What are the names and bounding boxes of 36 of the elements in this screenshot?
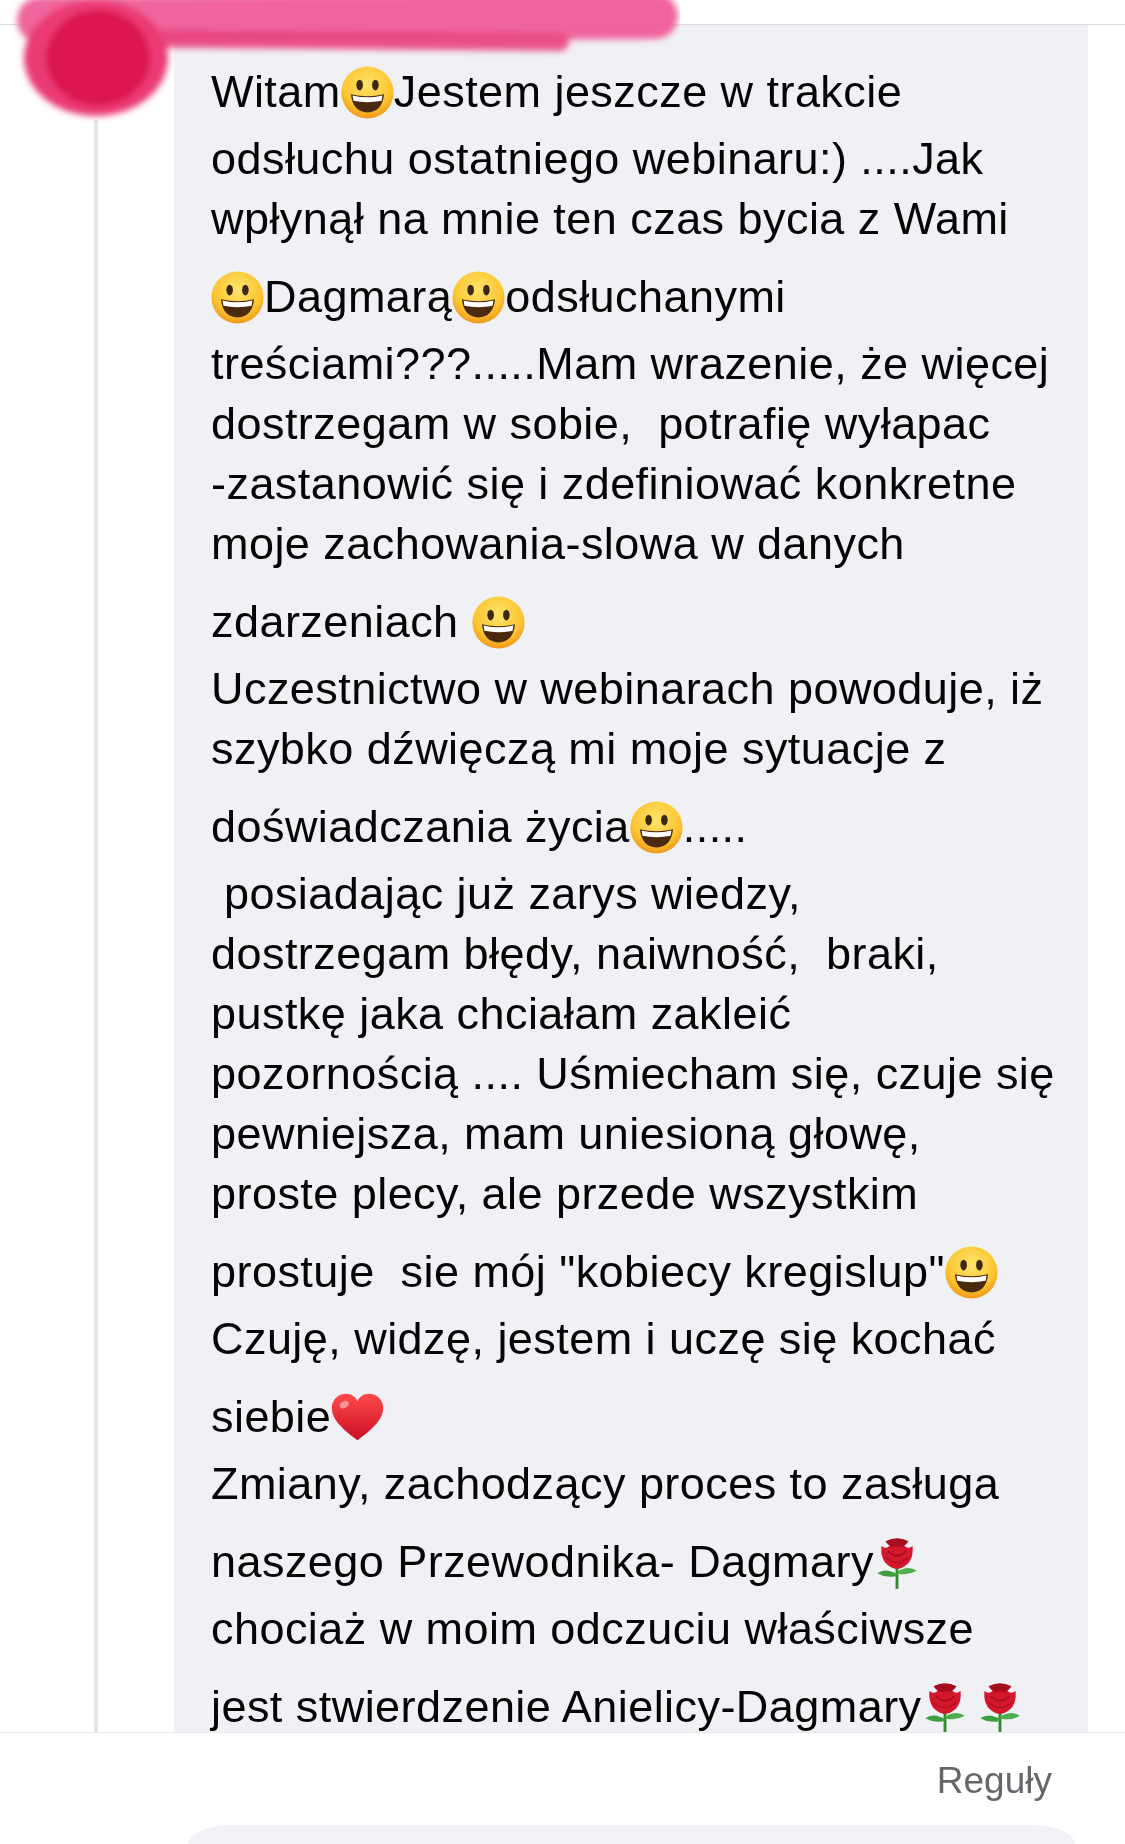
comment-text: pozornością .... Uśmiecham się, czuje się: [211, 1051, 1055, 1097]
grinning-face-icon: [471, 595, 525, 649]
comment-text: doświadczania życia: [211, 804, 630, 850]
comment-text: treściami???.....Mam wrazenie, że więcej: [211, 341, 1050, 387]
comment-text: Dagmarą: [264, 274, 453, 320]
grinning-face-icon: [944, 1245, 998, 1299]
comment-text: pewniejsza, mam uniesioną głowę,: [211, 1111, 921, 1157]
comment-text: proste plecy, ale przede wszystkim: [211, 1171, 919, 1217]
rules-link[interactable]: Reguły: [936, 1759, 1052, 1803]
comment-text: Witam: [211, 69, 341, 115]
comment-text: odsłuchu ostatniego webinaru:) ....Jak: [211, 136, 984, 182]
comment-text: dostrzegam w sobie, potrafię wyłapac: [211, 401, 991, 447]
comment-text: siebie: [211, 1394, 332, 1440]
comment-text: .....: [682, 804, 748, 850]
comment-text: chociaż w moim odczuciu właściwsze: [211, 1606, 975, 1652]
comment-text: prostuje sie mój "kobiecy kregislup": [211, 1249, 945, 1295]
comment-text: zdarzeniach: [211, 599, 460, 645]
comment-text: -zastanowić się i zdefiniować konkretne: [211, 461, 1017, 507]
comment-text: posiadając już zarys wiedzy,: [222, 871, 801, 917]
grinning-face-icon: [211, 270, 264, 324]
grinning-face-icon: [340, 65, 394, 119]
grinning-face-icon: [629, 800, 683, 854]
comment-text: wpłynął na mnie ten czas bycia z Wami: [211, 196, 1009, 242]
comment-text: jest stwierdzenie Anielicy-Dagmary: [211, 1684, 922, 1730]
heart-icon: [331, 1393, 385, 1441]
grinning-face-icon: [452, 270, 506, 324]
comment-text: Uczestnictwo w webinarach powoduje, iż: [211, 666, 1044, 712]
comment-text: Jestem jeszcze w trakcie: [393, 69, 903, 115]
comment-text: pustkę jaka chciałam zakleić: [211, 991, 792, 1037]
comment-text: dostrzegam błędy, naiwność, braki,: [211, 931, 939, 977]
comment-text: moje zachowania-slowa w danych: [211, 521, 905, 567]
comment-text: odsłuchanymi: [505, 274, 786, 320]
comment-text: Czuję, widzę, jestem i uczę się kochać: [211, 1316, 996, 1362]
comment-text: Zmiany, zachodzący proces to zasługa: [211, 1461, 1000, 1507]
comment-text: szybko dźwięczą mi moje sytuacje z: [211, 726, 947, 772]
comment-text: naszego Przewodnika- Dagmary: [211, 1539, 874, 1585]
